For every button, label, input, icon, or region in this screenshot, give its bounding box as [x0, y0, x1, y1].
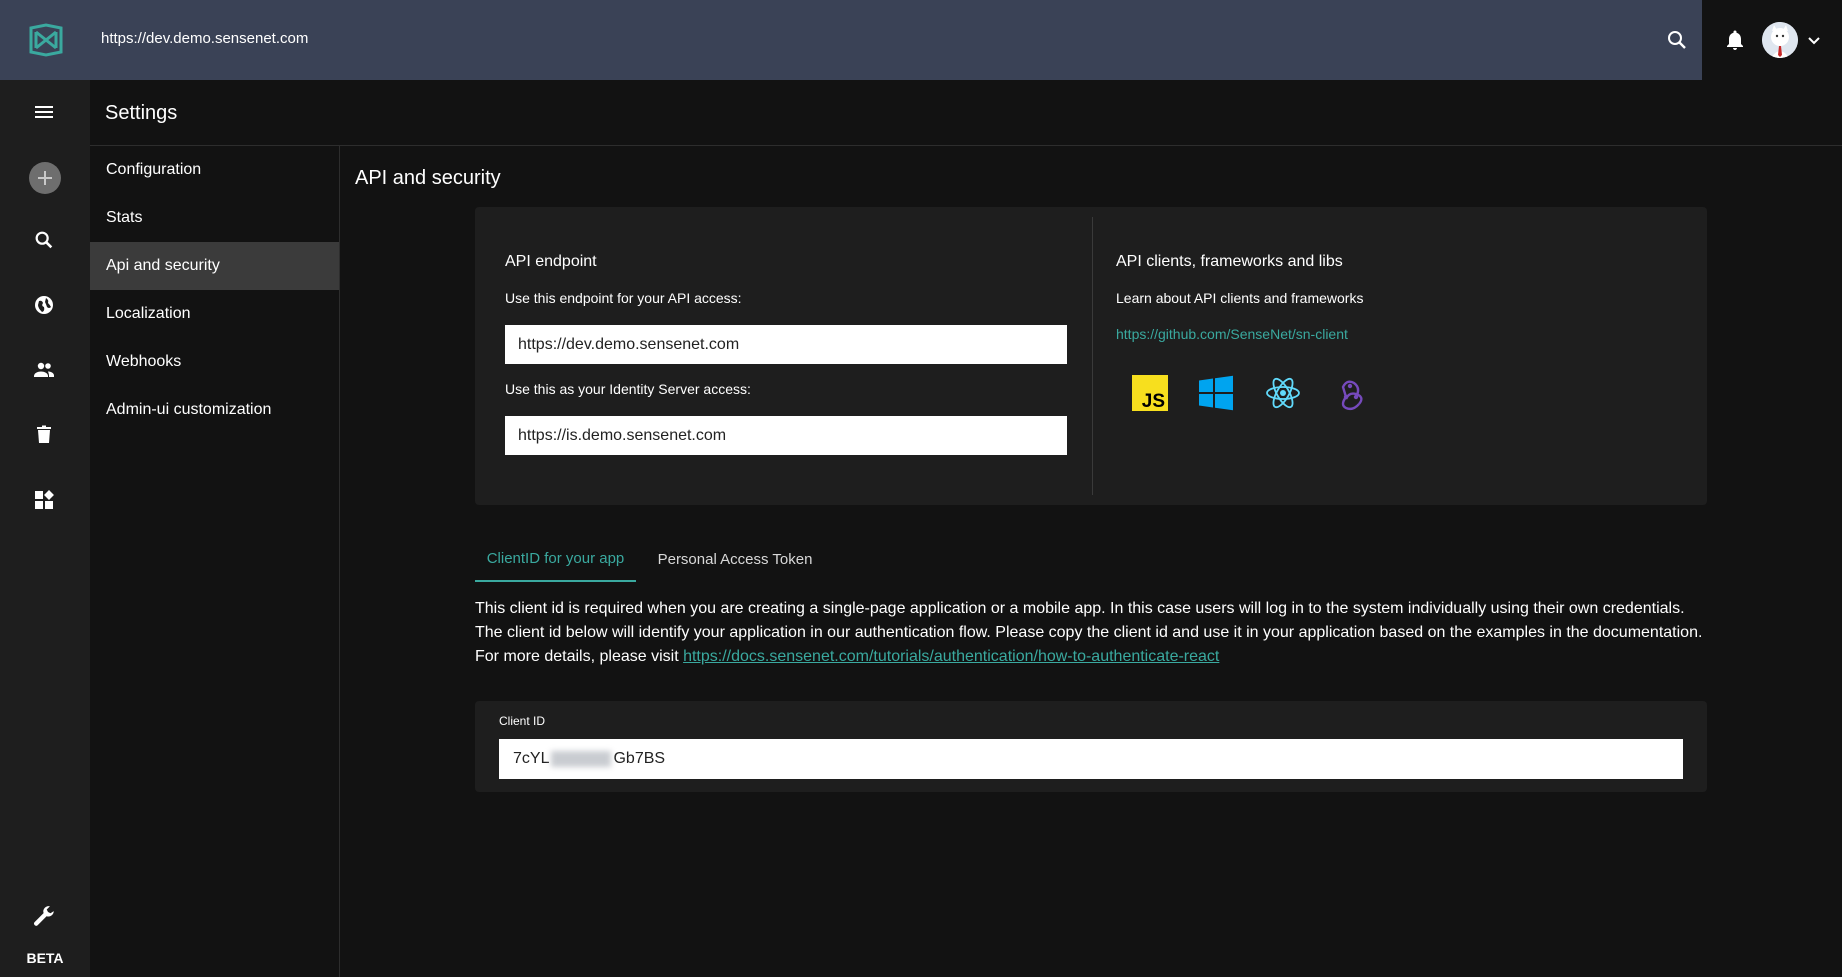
client-id-description: This client id is required when you are …	[475, 597, 1715, 669]
dashboard-widgets-icon[interactable]	[30, 486, 58, 514]
redux-icon[interactable]	[1332, 375, 1368, 411]
add-icon[interactable]	[29, 162, 61, 194]
identity-server-field[interactable]: https://is.demo.sensenet.com	[505, 416, 1067, 455]
client-id-redacted	[551, 751, 612, 767]
trash-icon[interactable]	[30, 421, 58, 449]
menu-item-configuration[interactable]: Configuration	[90, 146, 339, 194]
wrench-icon[interactable]	[30, 902, 58, 930]
tab-client-id[interactable]: ClientID for your app	[475, 536, 636, 582]
docs-link[interactable]: https://docs.sensenet.com/tutorials/auth…	[683, 648, 1219, 665]
repository-url[interactable]: https://dev.demo.sensenet.com	[101, 30, 308, 47]
search-icon[interactable]	[1665, 28, 1689, 52]
client-id-label: Client ID	[499, 714, 546, 728]
search-icon[interactable]	[30, 226, 58, 254]
notification-bell-icon[interactable]	[1723, 28, 1747, 52]
tab-personal-access-token[interactable]: Personal Access Token	[650, 536, 820, 582]
javascript-icon[interactable]: JS	[1132, 375, 1168, 412]
beta-label: BETA	[26, 950, 64, 966]
api-clients-text: Learn about API clients and frameworks	[1116, 290, 1364, 306]
menu-item-api-and-security[interactable]: Api and security	[90, 242, 339, 290]
client-id-field[interactable]: 7cYL Gb7BS	[499, 739, 1683, 779]
menu-item-admin-ui-customization[interactable]: Admin-ui customization	[90, 386, 339, 434]
card-divider	[1092, 217, 1093, 495]
sn-client-link[interactable]: https://github.com/SenseNet/sn-client	[1116, 326, 1348, 342]
react-icon[interactable]	[1265, 375, 1301, 411]
api-endpoint-field[interactable]: https://dev.demo.sensenet.com	[505, 325, 1067, 364]
client-id-value-end: Gb7BS	[613, 750, 666, 767]
globe-icon[interactable]	[30, 291, 58, 319]
settings-header	[90, 80, 1842, 146]
svg-text:JS: JS	[1142, 391, 1165, 411]
user-avatar[interactable]	[1762, 22, 1798, 58]
icon-sidebar	[0, 80, 90, 977]
windows-icon[interactable]	[1198, 375, 1234, 411]
client-id-value-start: 7cYL	[513, 750, 550, 767]
endpoint-hint: Use this endpoint for your API access:	[505, 290, 742, 306]
section-title: API and security	[355, 167, 501, 189]
users-icon[interactable]	[30, 356, 58, 384]
chevron-down-icon[interactable]	[1802, 28, 1826, 52]
menu-icon[interactable]	[30, 98, 58, 126]
api-endpoint-heading: API endpoint	[505, 253, 597, 270]
menu-item-webhooks[interactable]: Webhooks	[90, 338, 339, 386]
sensenet-logo-icon[interactable]	[28, 22, 64, 58]
api-clients-heading: API clients, frameworks and libs	[1116, 253, 1343, 270]
menu-item-stats[interactable]: Stats	[90, 194, 339, 242]
identity-server-hint: Use this as your Identity Server access:	[505, 381, 751, 397]
settings-menu: Configuration Stats Api and security Loc…	[90, 146, 340, 977]
menu-item-localization[interactable]: Localization	[90, 290, 339, 338]
page-title: Settings	[105, 102, 178, 124]
